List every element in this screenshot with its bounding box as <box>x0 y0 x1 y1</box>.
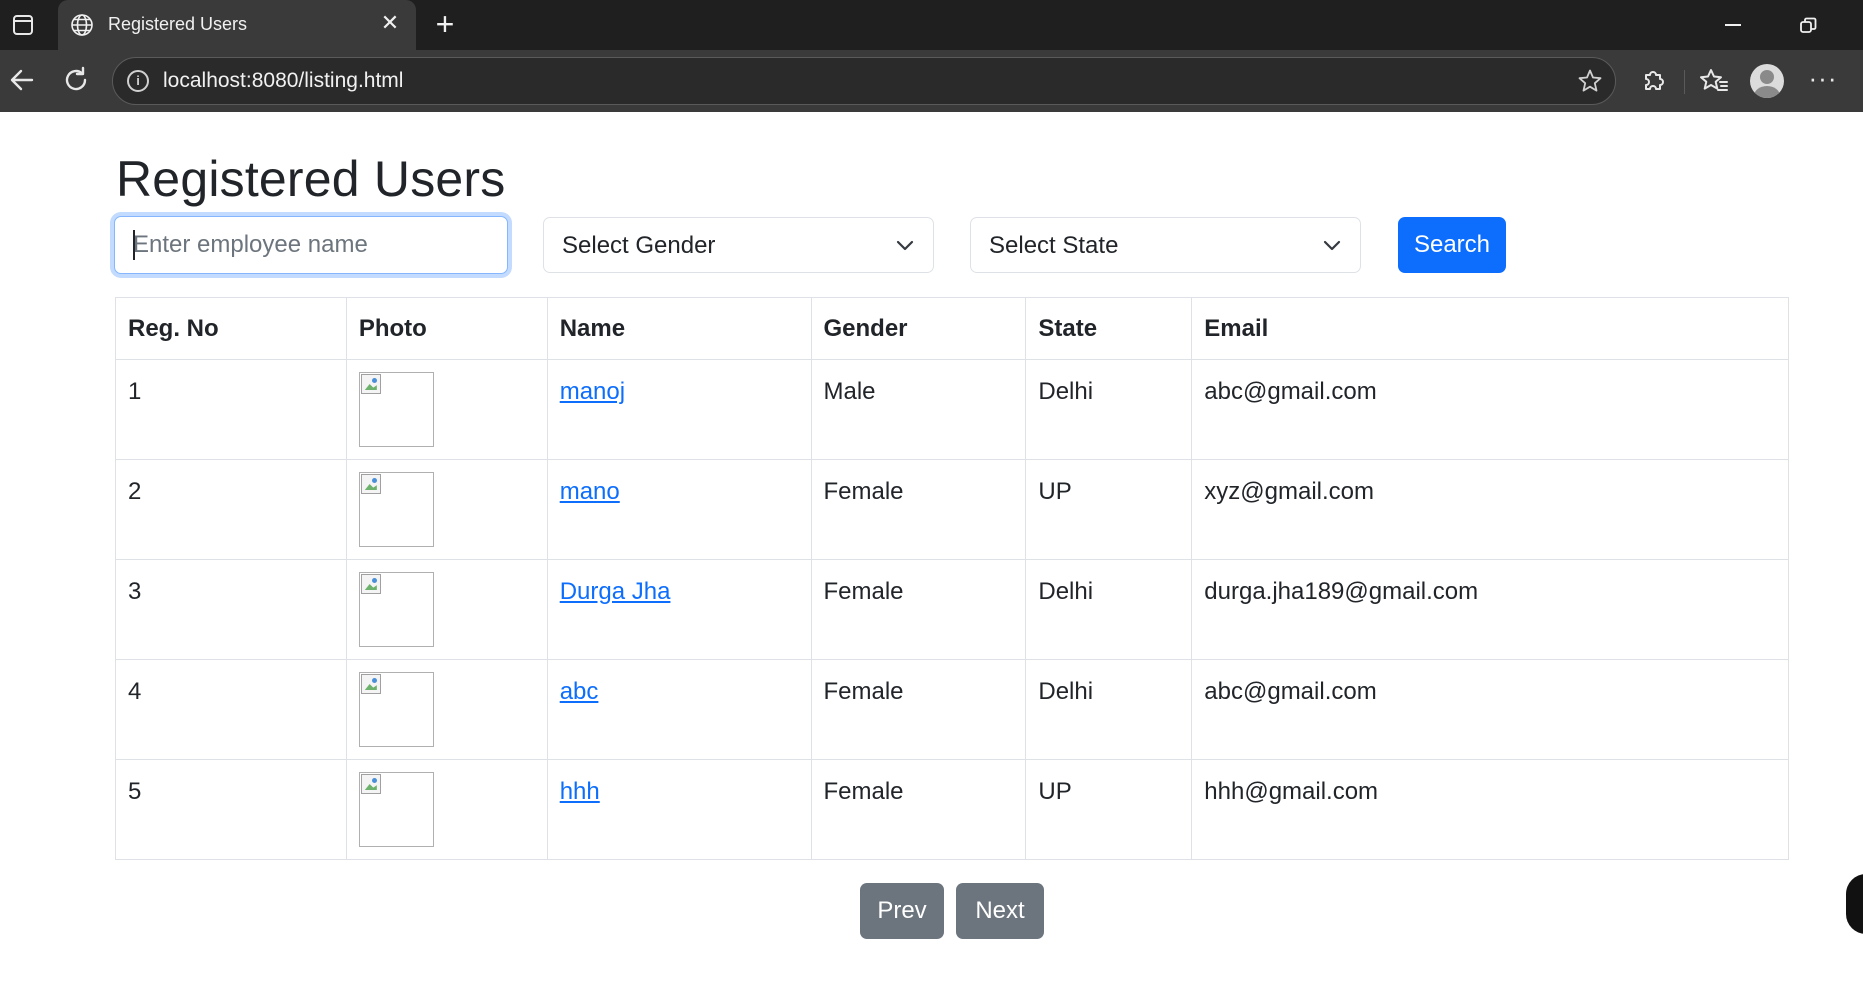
profile-icon[interactable] <box>1750 64 1784 98</box>
user-name-link[interactable]: manoj <box>560 378 625 405</box>
restore-icon[interactable] <box>1798 16 1818 36</box>
cell-state: Delhi <box>1025 359 1193 460</box>
cell-email: durga.jha189@gmail.com <box>1191 559 1789 660</box>
chevron-down-icon <box>896 240 914 251</box>
browser-chrome: Registered Users ✕ + i localhost:8080/li… <box>0 0 1863 112</box>
header-state: State <box>1025 297 1193 360</box>
employee-name-search-input[interactable] <box>114 216 508 274</box>
cell-state: Delhi <box>1025 659 1193 760</box>
header-gender: Gender <box>810 297 1027 360</box>
address-bar[interactable]: i localhost:8080/listing.html <box>112 57 1616 105</box>
user-photo <box>358 672 434 747</box>
tab-bar: Registered Users ✕ + <box>0 0 1863 50</box>
user-name-link[interactable]: abc <box>560 678 599 705</box>
info-icon[interactable]: i <box>127 70 149 92</box>
plus-icon[interactable]: + <box>430 8 460 40</box>
broken-image-icon <box>360 574 381 594</box>
cell-email: abc@gmail.com <box>1191 359 1789 460</box>
search-button[interactable]: Search <box>1398 217 1506 273</box>
minimize-icon[interactable] <box>1725 24 1741 26</box>
header-photo: Photo <box>345 297 548 360</box>
tab-title: Registered Users <box>108 14 248 34</box>
star-icon[interactable] <box>1577 68 1603 94</box>
header-email: Email <box>1191 297 1789 360</box>
header-reg-no: Reg. No <box>115 297 347 360</box>
cell-reg-no: 2 <box>115 459 347 560</box>
cell-name: mano <box>546 459 812 560</box>
favorites-icon[interactable] <box>1696 62 1732 98</box>
cell-gender: Female <box>810 759 1027 860</box>
globe-icon <box>71 14 93 36</box>
users-table: Reg. No Photo Name Gender State Email 1 … <box>115 297 1789 860</box>
page-title: Registered Users <box>116 151 506 207</box>
gender-select[interactable]: Select Gender <box>543 217 934 273</box>
browser-tab[interactable]: Registered Users ✕ <box>58 0 416 50</box>
table-row: 4 abc Female Delhi abc@gmail.com <box>115 659 1789 760</box>
table-row: 3 Durga Jha Female Delhi durga.jha189@gm… <box>115 559 1789 660</box>
user-name-link[interactable]: hhh <box>560 778 600 805</box>
broken-image-icon <box>360 774 381 794</box>
state-select-value: Select State <box>989 232 1119 259</box>
next-button[interactable]: Next <box>956 883 1044 939</box>
table-header-row: Reg. No Photo Name Gender State Email <box>115 297 1789 360</box>
cell-photo <box>345 459 548 560</box>
broken-image-icon <box>360 374 381 394</box>
state-select[interactable]: Select State <box>970 217 1361 273</box>
cell-email: xyz@gmail.com <box>1191 459 1789 560</box>
cell-photo <box>345 659 548 760</box>
cell-state: UP <box>1025 759 1193 860</box>
cell-photo <box>345 559 548 660</box>
cell-name: manoj <box>546 359 812 460</box>
more-icon[interactable]: ··· <box>1808 65 1838 96</box>
cell-gender: Female <box>810 659 1027 760</box>
broken-image-icon <box>360 474 381 494</box>
chevron-down-icon <box>1323 240 1341 251</box>
toolbar-separator <box>1684 70 1685 94</box>
cell-photo <box>345 759 548 860</box>
table-row: 5 hhh Female UP hhh@gmail.com <box>115 759 1789 860</box>
users-table-container: Reg. No Photo Name Gender State Email 1 … <box>115 297 1789 860</box>
cell-name: hhh <box>546 759 812 860</box>
broken-image-icon <box>360 674 381 694</box>
cell-gender: Male <box>810 359 1027 460</box>
cell-name: Durga Jha <box>546 559 812 660</box>
cell-reg-no: 3 <box>115 559 347 660</box>
text-caret <box>133 230 135 260</box>
browser-toolbar: i localhost:8080/listing.html <box>0 50 1863 112</box>
user-name-link[interactable]: mano <box>560 478 620 505</box>
cell-email: abc@gmail.com <box>1191 659 1789 760</box>
tab-actions-icon[interactable] <box>10 12 36 38</box>
cell-name: abc <box>546 659 812 760</box>
prev-button[interactable]: Prev <box>860 883 944 939</box>
cell-email: hhh@gmail.com <box>1191 759 1789 860</box>
user-photo <box>358 472 434 547</box>
header-name: Name <box>546 297 812 360</box>
user-photo <box>358 372 434 447</box>
cell-gender: Female <box>810 459 1027 560</box>
cell-state: Delhi <box>1025 559 1193 660</box>
cell-reg-no: 5 <box>115 759 347 860</box>
close-icon[interactable]: ✕ <box>378 11 402 35</box>
cell-reg-no: 4 <box>115 659 347 760</box>
user-photo <box>358 572 434 647</box>
gender-select-value: Select Gender <box>562 232 716 259</box>
refresh-icon[interactable] <box>58 62 94 98</box>
cell-reg-no: 1 <box>115 359 347 460</box>
table-row: 1 manoj Male Delhi abc@gmail.com <box>115 359 1789 460</box>
extensions-icon[interactable] <box>1636 62 1672 98</box>
user-photo <box>358 772 434 847</box>
cell-gender: Female <box>810 559 1027 660</box>
cell-state: UP <box>1025 459 1193 560</box>
floating-side-widget[interactable] <box>1846 874 1863 934</box>
cell-photo <box>345 359 548 460</box>
back-arrow-icon[interactable] <box>4 62 40 98</box>
url-text[interactable]: localhost:8080/listing.html <box>163 69 403 93</box>
table-row: 2 mano Female UP xyz@gmail.com <box>115 459 1789 560</box>
user-name-link[interactable]: Durga Jha <box>560 578 671 605</box>
page-content: Registered Users Select Gender Select St… <box>0 112 1863 999</box>
